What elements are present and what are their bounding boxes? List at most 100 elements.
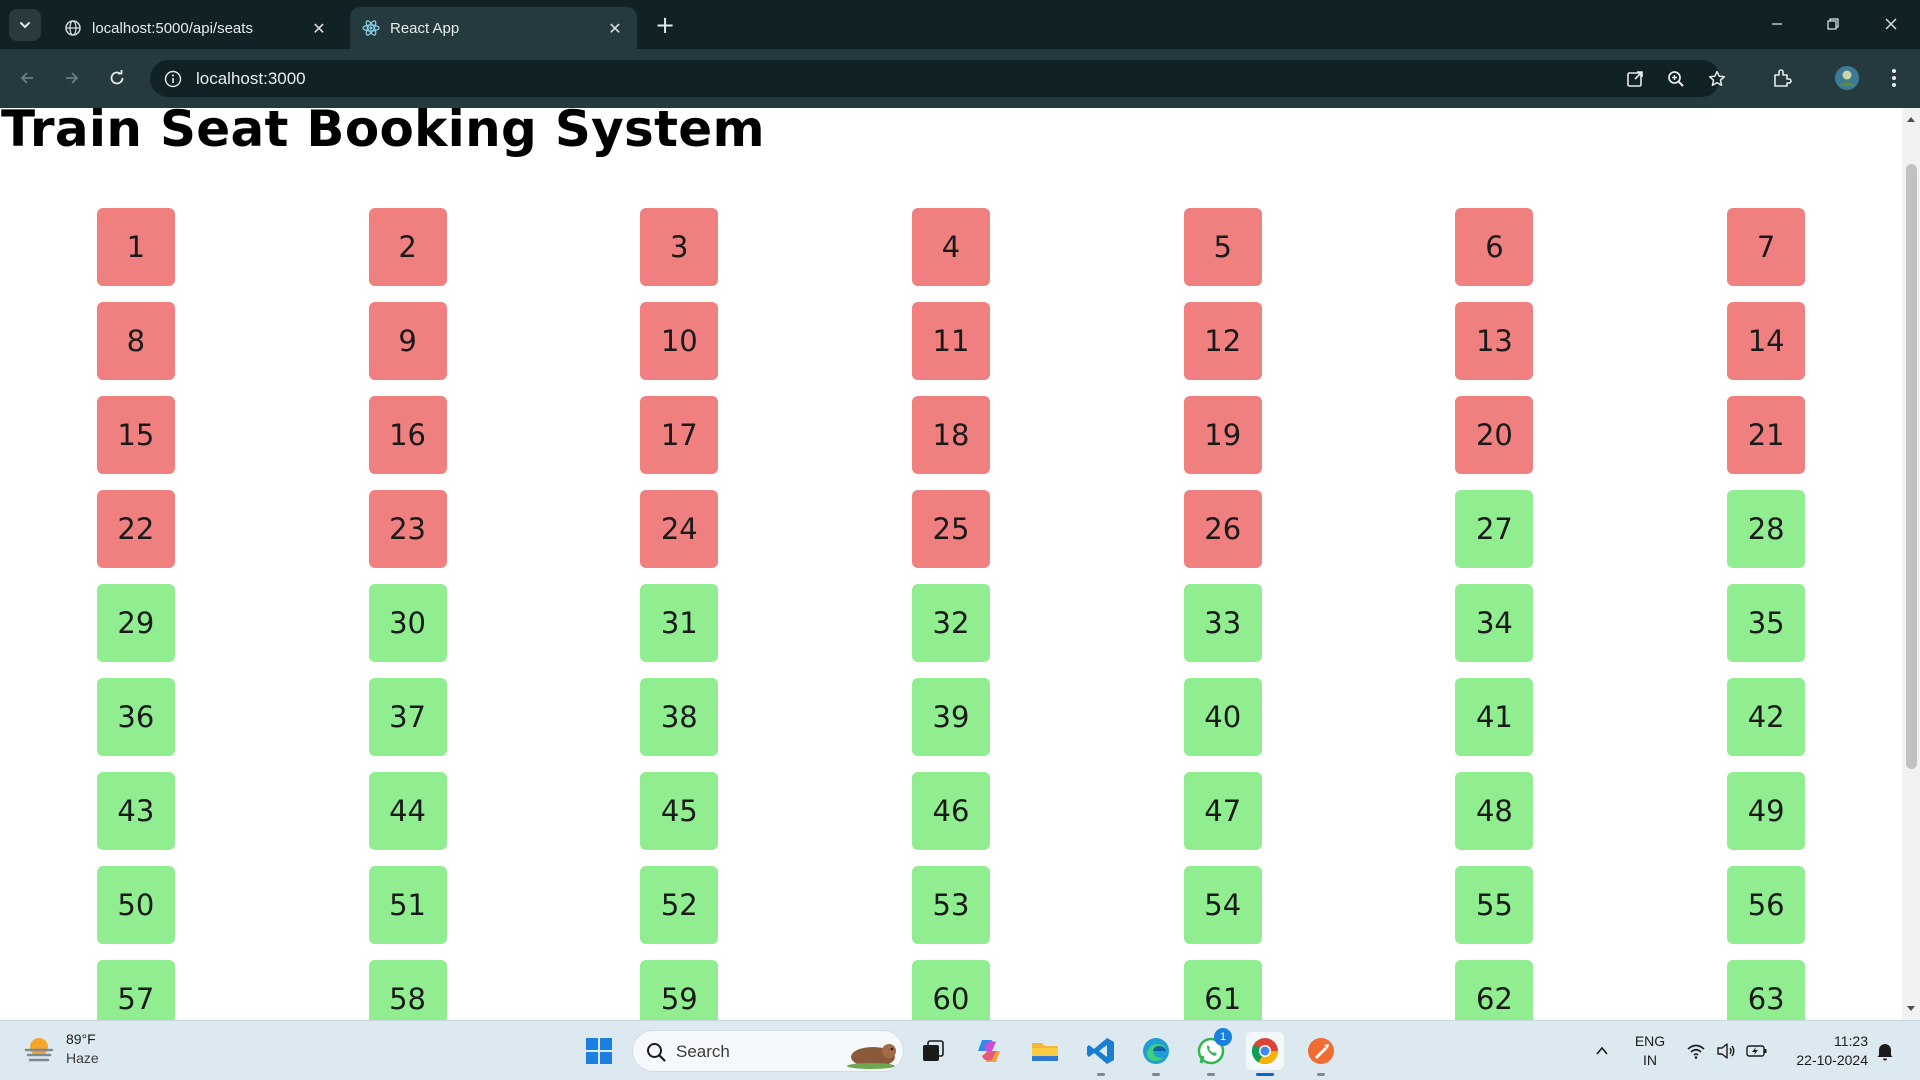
seat-booked[interactable]: 21 <box>1727 396 1806 474</box>
file-explorer-button[interactable] <box>1026 1032 1064 1070</box>
reload-button[interactable] <box>102 63 132 93</box>
seat-available[interactable]: 29 <box>96 584 175 662</box>
seat-booked[interactable]: 8 <box>96 302 175 380</box>
tab-api-seats[interactable]: localhost:5000/api/seats ✕ <box>52 7 341 49</box>
seat-booked[interactable]: 9 <box>368 302 447 380</box>
seat-booked[interactable]: 2 <box>368 208 447 286</box>
minimize-button[interactable] <box>1762 10 1792 38</box>
copilot-button[interactable] <box>970 1032 1008 1070</box>
vertical-scrollbar[interactable] <box>1902 108 1920 1020</box>
seat-booked[interactable]: 14 <box>1727 302 1806 380</box>
seat-available[interactable]: 51 <box>368 866 447 944</box>
tab-search-button[interactable] <box>9 9 41 41</box>
postman-button[interactable] <box>1302 1032 1340 1076</box>
seat-booked[interactable]: 5 <box>1183 208 1262 286</box>
address-bar[interactable]: localhost:3000 <box>150 60 1726 97</box>
taskbar-search-box[interactable]: Search <box>632 1030 904 1072</box>
seat-booked[interactable]: 16 <box>368 396 447 474</box>
seat-booked[interactable]: 12 <box>1183 302 1262 380</box>
seat-booked[interactable]: 15 <box>96 396 175 474</box>
seat-available[interactable]: 49 <box>1727 772 1806 850</box>
volume-icon[interactable] <box>1714 1039 1738 1063</box>
close-window-button[interactable] <box>1876 10 1906 38</box>
seat-available[interactable]: 60 <box>911 960 990 1020</box>
extensions-icon[interactable] <box>1768 64 1796 92</box>
open-in-app-icon[interactable] <box>1623 67 1647 91</box>
seat-available[interactable]: 35 <box>1727 584 1806 662</box>
show-hidden-icons-chevron-icon[interactable] <box>1590 1039 1614 1063</box>
seat-available[interactable]: 54 <box>1183 866 1262 944</box>
site-info-icon[interactable] <box>162 68 183 89</box>
close-tab-icon[interactable]: ✕ <box>309 18 329 38</box>
seat-available[interactable]: 30 <box>368 584 447 662</box>
zoom-icon[interactable] <box>1664 67 1688 91</box>
seat-available[interactable]: 58 <box>368 960 447 1020</box>
seat-available[interactable]: 48 <box>1455 772 1534 850</box>
whatsapp-button[interactable]: 1 <box>1192 1028 1232 1076</box>
seat-booked[interactable]: 25 <box>911 490 990 568</box>
seat-booked[interactable]: 10 <box>640 302 719 380</box>
scroll-up-arrow-icon[interactable] <box>1902 112 1920 126</box>
seat-booked[interactable]: 17 <box>640 396 719 474</box>
seat-booked[interactable]: 26 <box>1183 490 1262 568</box>
seat-available[interactable]: 53 <box>911 866 990 944</box>
seat-available[interactable]: 37 <box>368 678 447 756</box>
scroll-down-arrow-icon[interactable] <box>1902 1002 1920 1016</box>
wifi-icon[interactable] <box>1684 1039 1708 1063</box>
seat-booked[interactable]: 6 <box>1455 208 1534 286</box>
seat-available[interactable]: 47 <box>1183 772 1262 850</box>
restore-button[interactable] <box>1818 10 1848 38</box>
seat-booked[interactable]: 22 <box>96 490 175 568</box>
seat-booked[interactable]: 24 <box>640 490 719 568</box>
seat-available[interactable]: 34 <box>1455 584 1534 662</box>
menu-kebab-icon[interactable] <box>1880 64 1908 92</box>
seat-booked[interactable]: 11 <box>911 302 990 380</box>
task-view-button[interactable] <box>914 1032 952 1070</box>
system-clock[interactable]: 11:23 22-10-2024 <box>1780 1032 1868 1070</box>
new-tab-button[interactable]: + <box>651 11 679 39</box>
profile-avatar[interactable] <box>1833 64 1861 92</box>
scrollbar-thumb[interactable] <box>1906 164 1917 769</box>
seat-booked[interactable]: 19 <box>1183 396 1262 474</box>
seat-available[interactable]: 38 <box>640 678 719 756</box>
seat-available[interactable]: 52 <box>640 866 719 944</box>
tab-react-app[interactable]: React App ✕ <box>350 7 637 49</box>
notification-bell-icon[interactable] <box>1873 1039 1897 1063</box>
seat-booked[interactable]: 18 <box>911 396 990 474</box>
seat-available[interactable]: 31 <box>640 584 719 662</box>
seat-available[interactable]: 43 <box>96 772 175 850</box>
seat-booked[interactable]: 23 <box>368 490 447 568</box>
seat-available[interactable]: 44 <box>368 772 447 850</box>
seat-available[interactable]: 27 <box>1455 490 1534 568</box>
vscode-button[interactable] <box>1082 1032 1120 1076</box>
seat-booked[interactable]: 7 <box>1727 208 1806 286</box>
seat-available[interactable]: 36 <box>96 678 175 756</box>
seat-available[interactable]: 50 <box>96 866 175 944</box>
seat-available[interactable]: 57 <box>96 960 175 1020</box>
seat-available[interactable]: 39 <box>911 678 990 756</box>
seat-available[interactable]: 59 <box>640 960 719 1020</box>
seat-available[interactable]: 42 <box>1727 678 1806 756</box>
seat-available[interactable]: 28 <box>1727 490 1806 568</box>
seat-available[interactable]: 55 <box>1455 866 1534 944</box>
seat-available[interactable]: 62 <box>1455 960 1534 1020</box>
seat-available[interactable]: 40 <box>1183 678 1262 756</box>
seat-available[interactable]: 63 <box>1727 960 1806 1020</box>
input-language-indicator[interactable]: ENG IN <box>1632 1032 1668 1070</box>
weather-widget[interactable]: 89°F Haze <box>22 1030 99 1068</box>
bookmark-star-icon[interactable] <box>1705 67 1729 91</box>
chrome-button[interactable] <box>1246 1032 1284 1076</box>
seat-booked[interactable]: 1 <box>96 208 175 286</box>
seat-available[interactable]: 41 <box>1455 678 1534 756</box>
seat-booked[interactable]: 20 <box>1455 396 1534 474</box>
edge-button[interactable] <box>1137 1032 1175 1076</box>
seat-available[interactable]: 33 <box>1183 584 1262 662</box>
close-tab-icon[interactable]: ✕ <box>605 18 625 38</box>
seat-booked[interactable]: 13 <box>1455 302 1534 380</box>
seat-available[interactable]: 61 <box>1183 960 1262 1020</box>
seat-available[interactable]: 46 <box>911 772 990 850</box>
seat-booked[interactable]: 3 <box>640 208 719 286</box>
seat-available[interactable]: 32 <box>911 584 990 662</box>
seat-booked[interactable]: 4 <box>911 208 990 286</box>
start-button[interactable] <box>580 1032 618 1070</box>
